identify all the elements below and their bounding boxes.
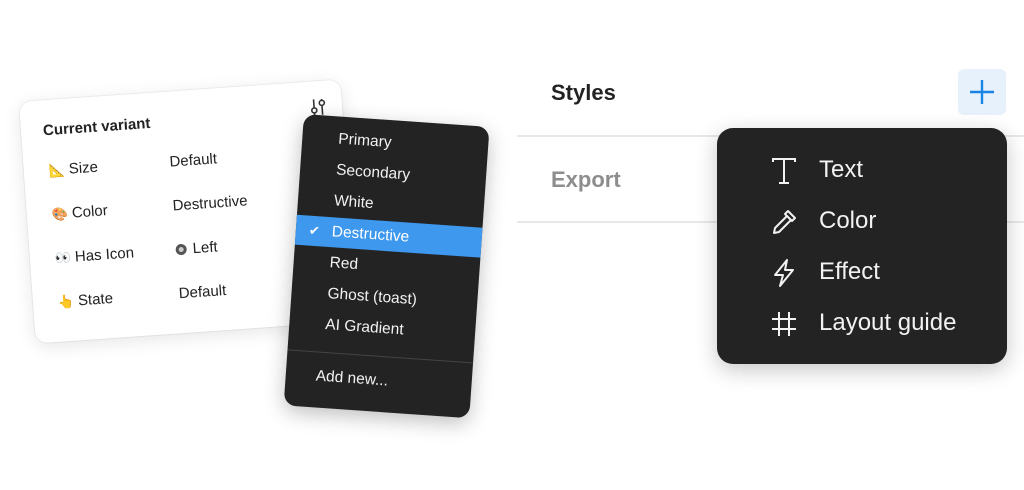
card-title: Current variant [42,114,151,140]
add-style-menu: Text Color Effect Layout guide [717,128,1007,364]
prop-has-icon: 👀 Has Icon [53,244,134,267]
menu-item-add-new[interactable]: Add new... [285,359,473,402]
style-menu-label: Color [819,207,877,234]
text-icon [772,158,796,184]
add-style-button[interactable] [958,69,1006,115]
export-section-title[interactable]: Export [551,167,621,193]
prop-label: State [77,289,114,310]
plus-icon [970,80,994,104]
prop-color-value[interactable]: Destructive [172,192,248,214]
prop-state-value[interactable]: Default [178,282,227,302]
eyes-icon: 👀 [54,249,72,266]
menu-item-label: Destructive [331,223,410,246]
eyedropper-icon [773,210,796,234]
lightning-icon [774,259,794,287]
prop-size-value[interactable]: Default [169,150,218,170]
prop-label: Color [71,202,109,222]
prop-state: 👆 State [56,290,113,311]
triangle-ruler-icon: 📐 [48,161,66,179]
style-menu-item-layout-guide[interactable]: Layout guide [717,301,1007,345]
style-menu-item-color[interactable]: Color [717,199,1007,243]
pointing-hand-icon: 👆 [57,293,75,310]
style-menu-label: Text [819,156,864,183]
style-menu-item-effect[interactable]: Effect [717,250,1007,294]
prop-has-icon-value[interactable]: Left [175,239,218,259]
prop-color: 🎨 Color [50,202,108,223]
variant-dropdown-menu: Primary Secondary White ✔ Destructive Re… [283,114,490,419]
grid-icon [772,312,796,336]
style-menu-label: Layout guide [819,309,957,336]
prop-label: Size [68,158,99,178]
styles-section-title: Styles [551,80,616,105]
prop-size: 📐 Size [47,159,98,179]
style-menu-label: Effect [819,258,880,285]
checkmark-icon: ✔ [308,222,321,239]
prop-value-label: Left [192,238,219,258]
style-menu-item-text[interactable]: Text [717,148,1007,192]
prop-label: Has Icon [74,244,135,266]
palette-icon: 🎨 [51,205,69,222]
radio-icon [175,243,188,256]
